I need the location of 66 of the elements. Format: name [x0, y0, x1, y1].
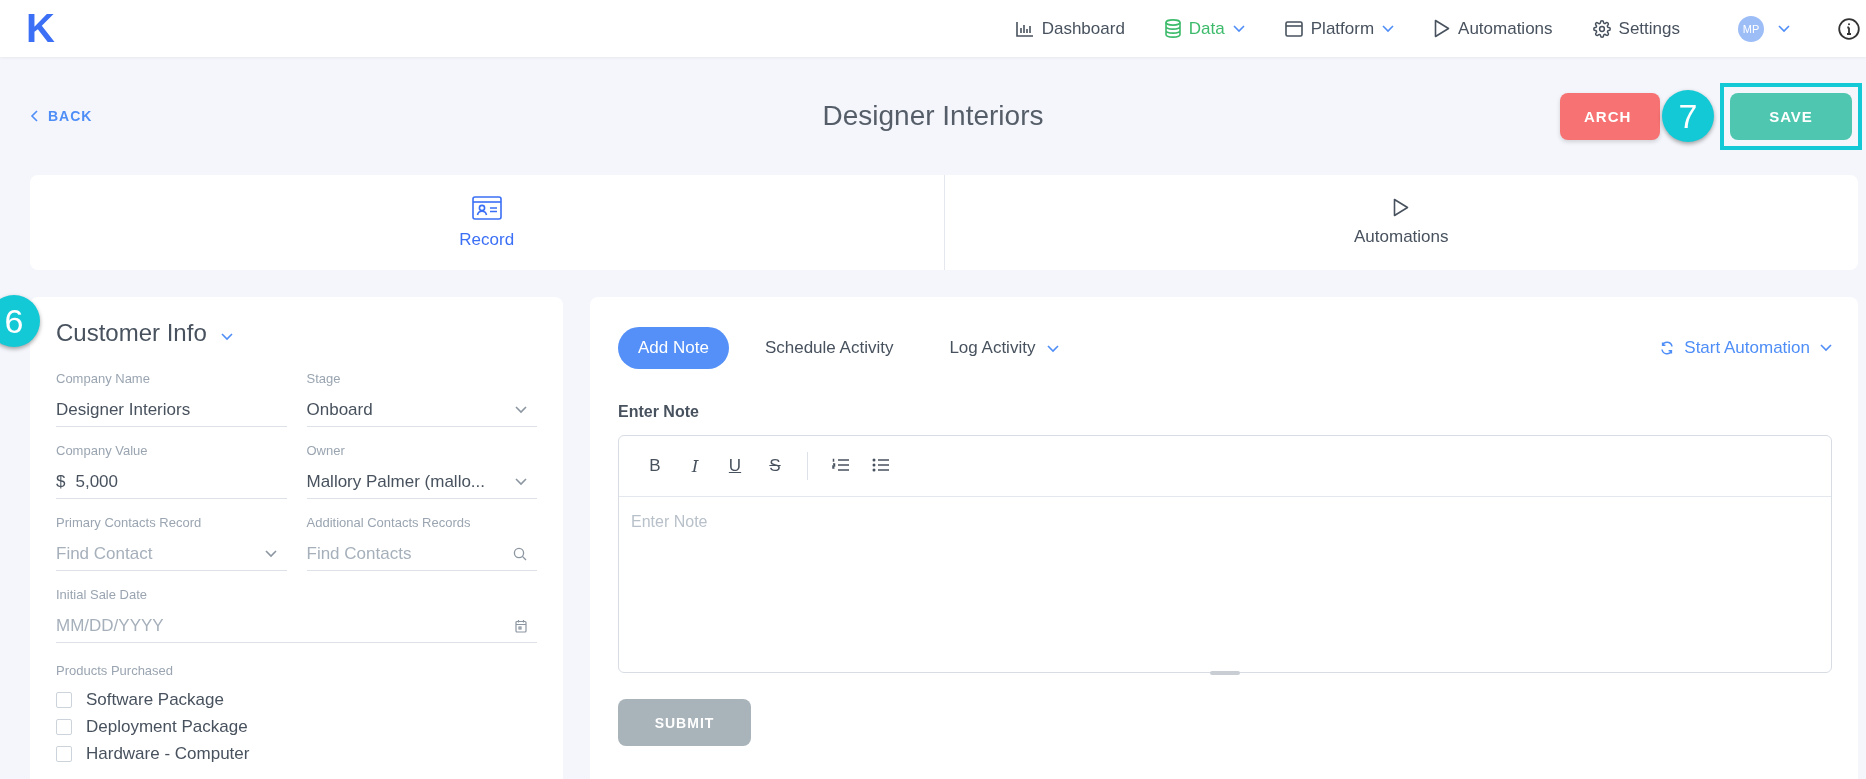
field-input[interactable]: Find Contact	[56, 544, 255, 564]
page-title: Designer Interiors	[822, 100, 1044, 131]
chevron-down-icon	[1778, 24, 1790, 33]
play-icon	[1393, 198, 1410, 217]
field-label: Additional Contacts Records	[306, 515, 472, 530]
chevron-down-icon	[1382, 24, 1395, 33]
chevron-down-icon	[1047, 345, 1060, 353]
checkbox-label: Hardware - Computer	[86, 743, 250, 764]
tab[interactable]: Record	[30, 175, 944, 270]
field-label: Company Name	[56, 371, 151, 386]
section-title[interactable]: Customer Info	[56, 319, 207, 347]
activity-tab[interactable]: Schedule Activity	[744, 327, 914, 369]
field-label: Primary Contacts Record	[56, 515, 203, 530]
chevron-left-icon	[30, 110, 38, 122]
info-icon[interactable]	[1838, 17, 1860, 40]
checkbox-label: Deployment Package	[86, 716, 248, 737]
field-label: Owner	[306, 443, 346, 458]
refresh-icon	[1660, 341, 1675, 355]
search-icon	[513, 547, 527, 561]
chevron-down-icon	[1820, 344, 1832, 352]
text-field[interactable]: $ 5,000	[56, 466, 287, 499]
checkbox[interactable]	[56, 745, 72, 762]
dropdown-field[interactable]: Find Contact	[56, 538, 287, 571]
field-label: Enter Note	[618, 403, 700, 421]
field-input[interactable]: Find Contacts	[306, 544, 503, 564]
activity-tab[interactable]: Log Activity	[929, 327, 1080, 369]
calendar-icon	[515, 619, 527, 633]
chevron-down-icon	[1232, 24, 1245, 33]
search-field[interactable]: Find Contacts	[306, 538, 537, 571]
contact-card-icon	[471, 195, 502, 220]
text-field[interactable]: Designer Interiors	[56, 394, 287, 427]
checkbox[interactable]	[56, 691, 72, 708]
settings-icon	[1592, 19, 1611, 38]
field-label: Company Value	[56, 443, 149, 458]
note-editor[interactable]: B I U S Enter Note	[618, 435, 1832, 673]
note-input[interactable]: Enter Note	[619, 497, 1831, 657]
tab[interactable]: Automations	[943, 175, 1858, 270]
resize-handle[interactable]	[1210, 671, 1240, 675]
field-label: Products Purchased	[56, 663, 175, 678]
logo[interactable]: K	[26, 6, 55, 51]
bar-chart-icon	[1015, 20, 1034, 37]
browser-window-icon	[1284, 20, 1303, 37]
nav-item[interactable]: Automations	[1414, 8, 1573, 49]
chevron-down-icon	[515, 406, 527, 414]
database-icon	[1164, 19, 1181, 38]
format-button[interactable]: I	[679, 450, 711, 482]
field-label: Initial Sale Date	[56, 587, 149, 602]
field-label: Stage	[306, 371, 342, 386]
nav-item[interactable]: Platform	[1264, 8, 1415, 49]
chevron-down-icon	[264, 550, 277, 558]
format-button[interactable]: S	[759, 450, 791, 482]
step-badge: 7	[1662, 90, 1714, 142]
chevron-down-icon	[220, 333, 233, 341]
nav-item[interactable]: Dashboard	[995, 8, 1145, 49]
format-button[interactable]: U	[719, 450, 751, 482]
format-button[interactable]: B	[639, 450, 671, 482]
step-badge: 6	[0, 295, 40, 347]
field-input[interactable]: MM/DD/YYYY	[56, 616, 505, 636]
nav-item[interactable]: Settings	[1572, 8, 1700, 49]
dropdown-field[interactable]: Onboard	[306, 394, 537, 427]
play-icon	[1434, 19, 1451, 38]
chevron-down-icon	[515, 478, 527, 486]
checkbox-label: Software Package	[86, 689, 224, 710]
checkbox[interactable]	[56, 718, 72, 735]
dropdown-field[interactable]: Mallory Palmer (mallo...	[306, 466, 537, 499]
date-field[interactable]: MM/DD/YYYY	[56, 610, 537, 643]
